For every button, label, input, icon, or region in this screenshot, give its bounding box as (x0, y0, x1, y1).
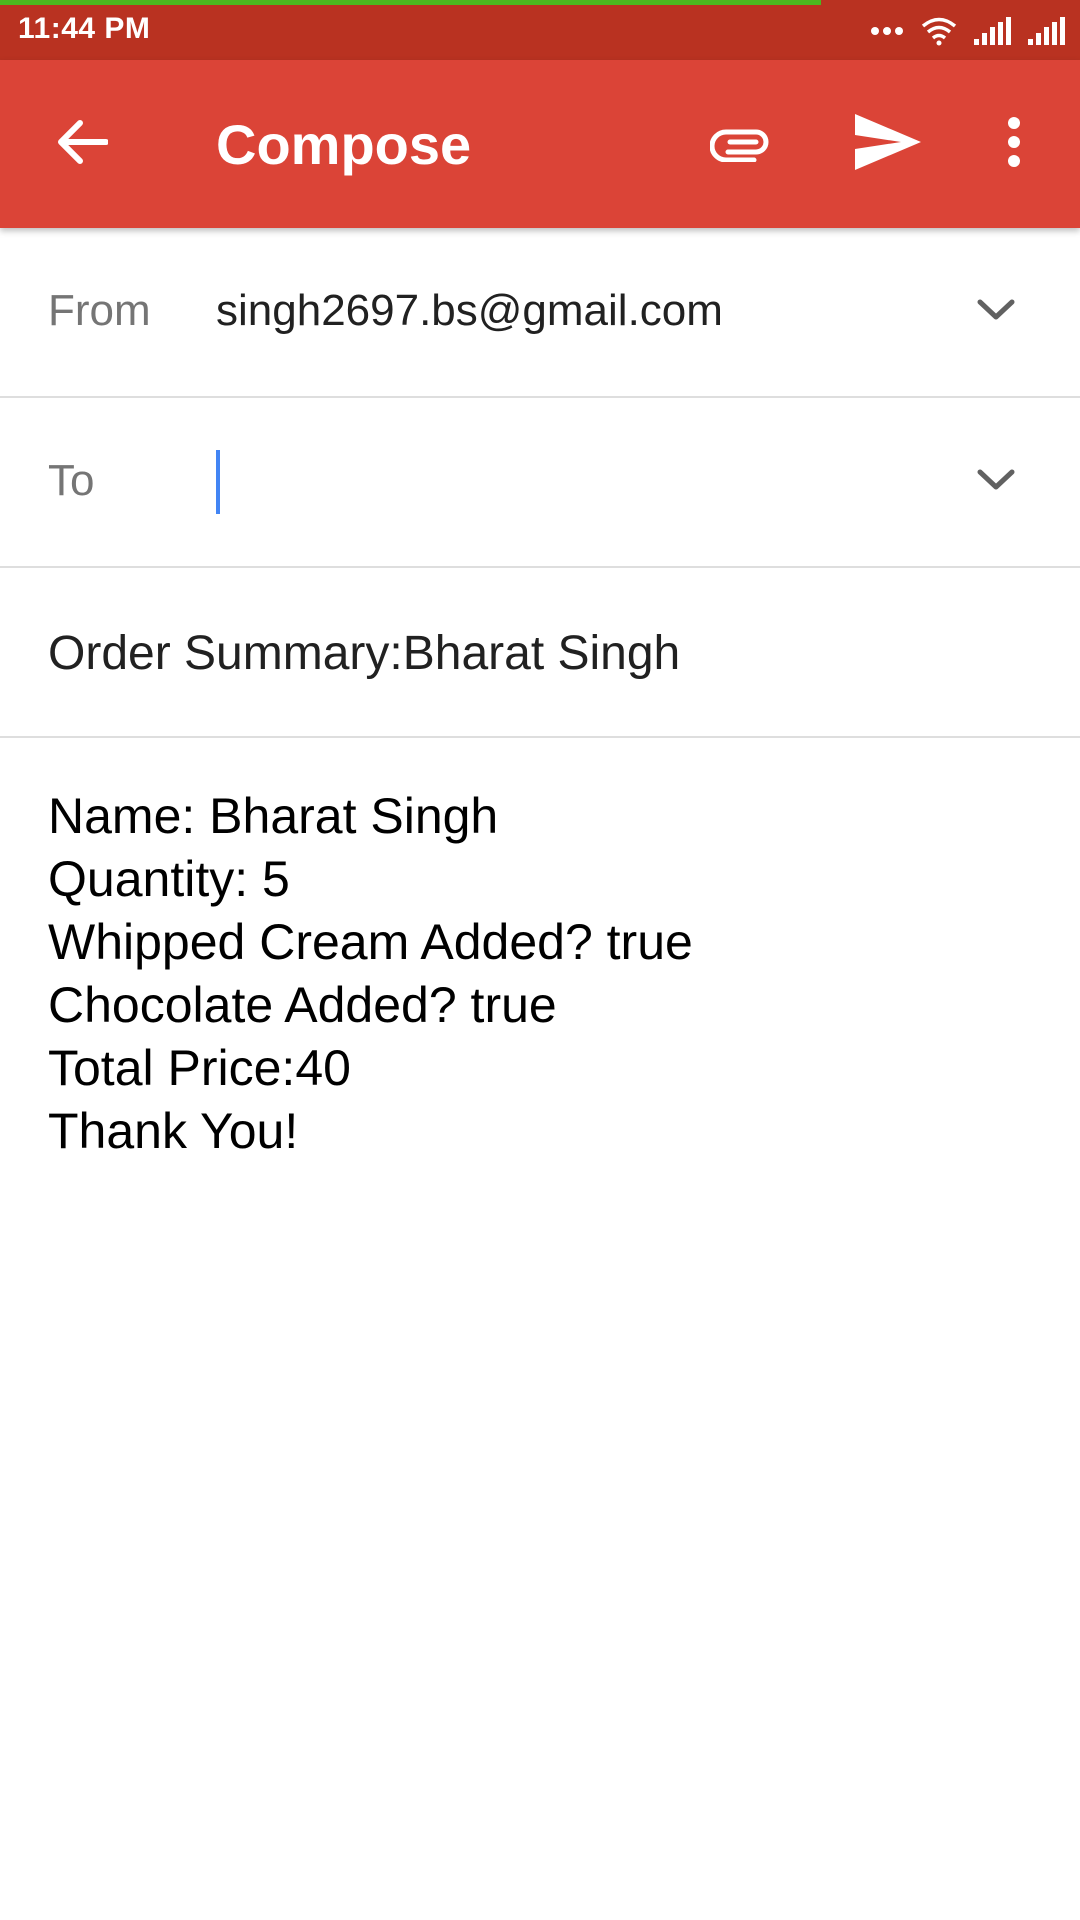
subject-field[interactable]: Order Summary:Bharat Singh (48, 626, 680, 681)
text-cursor (216, 450, 220, 514)
attach-button[interactable] (700, 102, 784, 186)
to-field[interactable] (216, 448, 936, 518)
send-icon (855, 113, 921, 175)
body-line: Total Price:40 (48, 1040, 351, 1096)
chevron-down-icon (977, 468, 1015, 497)
page-load-progress (0, 0, 1080, 5)
status-bar: 11:44 PM (0, 0, 1080, 60)
body-line: Name: Bharat Singh (48, 788, 499, 844)
back-button[interactable] (40, 102, 124, 186)
to-label: To (48, 456, 95, 505)
overflow-menu-button[interactable] (972, 102, 1056, 186)
from-value[interactable]: singh2697.bs@gmail.com (216, 286, 723, 336)
back-arrow-icon (56, 119, 109, 170)
body-line: Quantity: 5 (48, 851, 290, 907)
body-field[interactable]: Name: Bharat Singh Quantity: 5 Whipped C… (48, 785, 1038, 1163)
page-load-progress-fill (0, 0, 821, 5)
wifi-icon (920, 16, 958, 46)
signal-icon (974, 17, 1012, 45)
body-line: Thank You! (48, 1103, 299, 1159)
from-label: From (48, 286, 151, 335)
app-bar: Compose (0, 60, 1080, 228)
page-title: Compose (216, 113, 472, 176)
overflow-menu-icon (1007, 116, 1021, 172)
body-line: Whipped Cream Added? true (48, 914, 693, 970)
from-row[interactable]: From singh2697.bs@gmail.com (0, 228, 1080, 398)
to-row[interactable]: To (0, 398, 1080, 568)
compose-screen: 11:44 PM Compose From singh2697.bs@gmail… (0, 0, 1080, 1920)
signal-icon (1028, 17, 1066, 45)
subject-row[interactable]: Order Summary:Bharat Singh (0, 568, 1080, 738)
to-dropdown-button[interactable] (966, 452, 1026, 512)
from-dropdown-button[interactable] (966, 282, 1026, 342)
status-time: 11:44 PM (18, 12, 151, 45)
status-icons (870, 14, 1066, 48)
chevron-down-icon (977, 298, 1015, 327)
attach-icon (709, 122, 774, 167)
send-button[interactable] (846, 102, 930, 186)
body-line: Chocolate Added? true (48, 977, 557, 1033)
more-dots-icon (870, 26, 904, 36)
